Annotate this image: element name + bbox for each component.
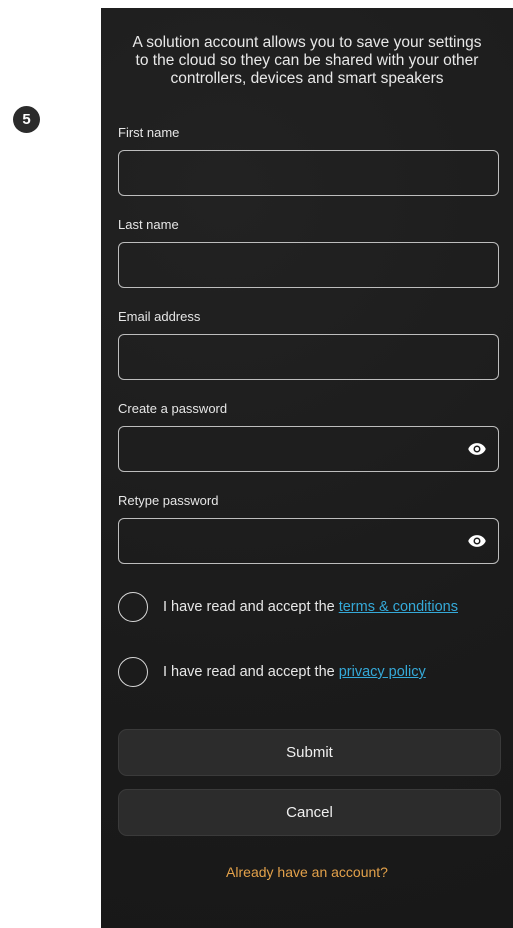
terms-link[interactable]: terms & conditions [339,599,458,615]
signup-screen: A solution account allows you to save yo… [101,8,513,928]
create-password-input[interactable] [119,427,498,471]
first-name-field [118,150,499,196]
create-password-label: Create a password [118,401,228,416]
last-name-label: Last name [118,217,179,232]
eye-icon[interactable] [466,439,488,459]
email-field [118,334,499,380]
retype-password-label: Retype password [118,493,219,508]
intro-text: A solution account allows you to save yo… [132,34,482,87]
last-name-input[interactable] [119,243,498,287]
last-name-field [118,242,499,288]
first-name-label: First name [118,125,180,140]
submit-button[interactable]: Submit [118,729,501,776]
retype-password-input[interactable] [119,519,498,563]
email-label: Email address [118,309,201,324]
email-input[interactable] [119,335,498,379]
privacy-link[interactable]: privacy policy [339,664,426,680]
already-have-account-link[interactable]: Already have an account? [101,864,513,880]
terms-checkbox[interactable] [118,592,148,622]
retype-password-field [118,518,499,564]
create-password-field [118,426,499,472]
eye-icon[interactable] [466,531,488,551]
first-name-input[interactable] [119,151,498,195]
privacy-checkbox[interactable] [118,657,148,687]
terms-consent-text: I have read and accept the [163,599,335,615]
privacy-consent-row: I have read and accept the privacy polic… [118,655,426,689]
cancel-button[interactable]: Cancel [118,789,501,836]
privacy-consent-text: I have read and accept the [163,664,335,680]
terms-consent-row: I have read and accept the terms & condi… [118,590,458,624]
step-number-badge: 5 [13,106,40,133]
